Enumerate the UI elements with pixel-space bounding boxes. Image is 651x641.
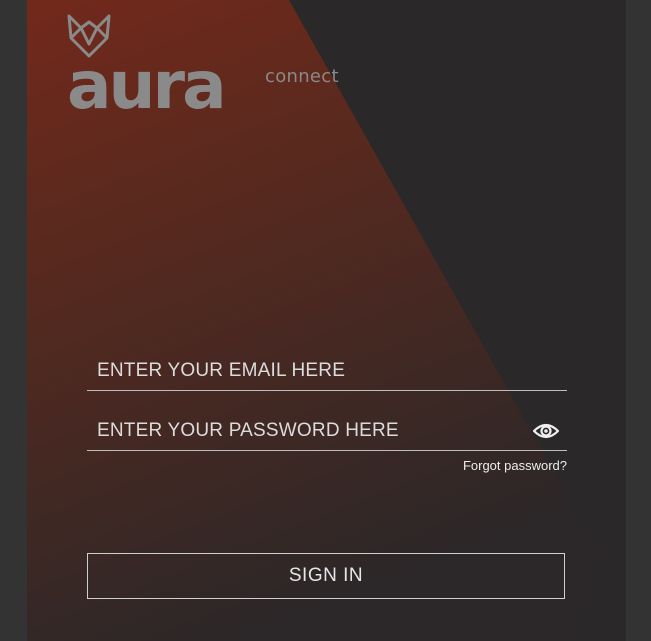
email-field-wrapper	[87, 354, 567, 391]
password-field-wrapper	[87, 414, 567, 451]
eye-icon[interactable]	[533, 421, 559, 441]
login-panel: aura connect Forgot password? SIGN IN	[27, 0, 626, 641]
password-input[interactable]	[87, 414, 517, 448]
logo-suffix: connect	[265, 66, 339, 87]
aura-logo: aura connect	[67, 14, 339, 114]
logo-word: aura	[67, 47, 224, 110]
logo-wordmark: aura	[67, 47, 227, 110]
sign-in-button[interactable]: SIGN IN	[87, 553, 565, 599]
forgot-password-link[interactable]: Forgot password?	[445, 458, 567, 473]
email-input[interactable]	[87, 354, 517, 388]
